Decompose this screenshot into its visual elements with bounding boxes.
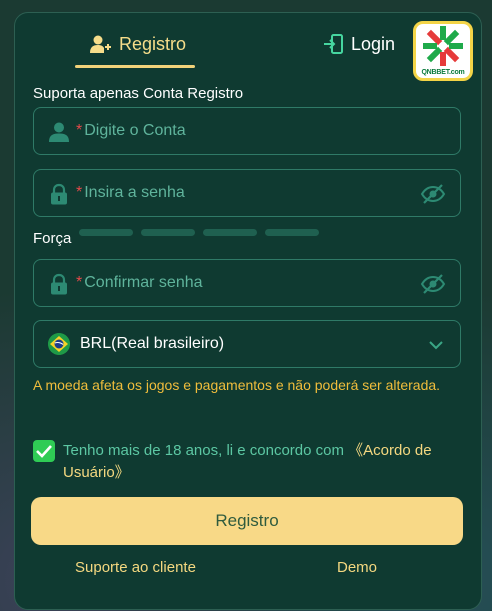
lock-icon (51, 183, 67, 205)
currency-value: BRL(Real brasileiro) (80, 335, 225, 352)
brazil-flag-icon (48, 333, 70, 355)
active-tab-indicator (75, 65, 195, 68)
customer-support-link[interactable]: Suporte ao cliente (75, 559, 196, 576)
currency-select[interactable]: BRL(Real brasileiro) (33, 320, 461, 368)
password-field[interactable]: * Insira a senha (33, 169, 461, 217)
account-placeholder: * Digite o Conta (76, 122, 186, 139)
strength-bar (265, 229, 319, 236)
tab-register-label: Registro (119, 33, 187, 54)
login-door-icon (324, 34, 343, 54)
logo-text: QNBBET.com (421, 69, 465, 76)
agreement-text: Tenho mais de 18 anos, li e concordo com… (63, 440, 463, 484)
strength-bar (141, 229, 195, 236)
account-field[interactable]: * Digite o Conta (33, 107, 461, 155)
demo-link[interactable]: Demo (337, 559, 377, 576)
register-panel: Registro Login QNBBET.com Suporta apenas… (14, 12, 482, 610)
chevron-down-icon (429, 341, 443, 350)
strength-bar (79, 229, 133, 236)
tab-login-label: Login (351, 33, 396, 54)
strength-bar (203, 229, 257, 236)
currency-warning: A moeda afeta os jogos e pagamentos e nã… (33, 377, 441, 393)
confirm-password-placeholder: * Confirmar senha (76, 274, 203, 291)
agreement-label: Tenho mais de 18 anos, li e concordo com (63, 442, 349, 459)
password-strength-meter (79, 229, 319, 236)
user-add-icon (90, 35, 111, 53)
eye-slash-icon[interactable] (420, 273, 446, 295)
account-section-label: Suporta apenas Conta Registro (33, 85, 244, 102)
tab-login[interactable]: Login (323, 29, 395, 59)
strength-label: Força (33, 230, 72, 247)
register-submit-button[interactable]: Registro (31, 497, 463, 545)
age-agreement-checkbox[interactable] (33, 440, 55, 462)
brand-logo: QNBBET.com (413, 21, 473, 81)
eye-slash-icon[interactable] (420, 183, 446, 205)
user-icon (49, 122, 69, 142)
auth-tabs: Registro Login QNBBET.com (15, 13, 483, 81)
password-placeholder: * Insira a senha (76, 184, 185, 201)
logo-emblem-icon (423, 26, 463, 66)
confirm-password-field[interactable]: * Confirmar senha (33, 259, 461, 307)
lock-icon (51, 273, 67, 295)
check-icon (36, 445, 52, 458)
tab-register[interactable]: Registro (89, 29, 186, 59)
